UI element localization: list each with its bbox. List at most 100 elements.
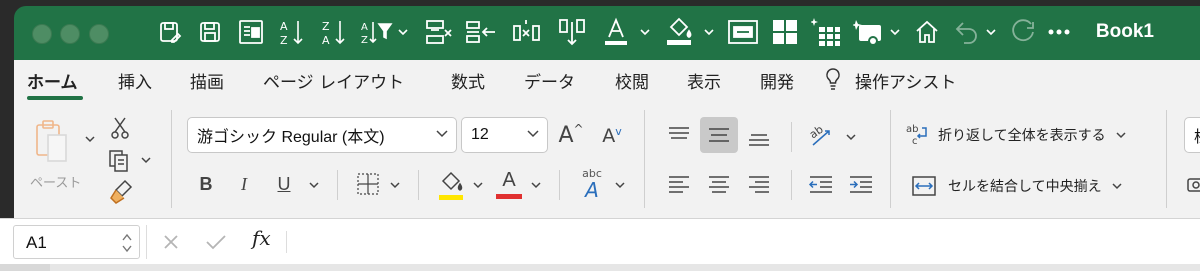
zoom-window-button[interactable]	[89, 24, 109, 44]
paste-label: ペースト	[30, 176, 82, 191]
copy-icon[interactable]	[106, 148, 136, 174]
align-top-icon[interactable]	[664, 120, 694, 150]
phonetic-guide-button[interactable]: abc A	[574, 166, 610, 202]
insert-columns-icon[interactable]	[556, 16, 588, 48]
formula-input[interactable]	[296, 225, 1186, 259]
svg-text:Z: Z	[322, 20, 330, 33]
print-preview-icon[interactable]	[236, 16, 266, 48]
merge-center-button[interactable]: セルを結合して中央揃え	[912, 171, 1122, 201]
wrap-text-icon: abc	[906, 124, 927, 147]
tab-view[interactable]: 表示	[687, 68, 721, 93]
wrap-text-button[interactable]: ab c 折り返して全体を表示する	[904, 120, 1126, 150]
italic-button[interactable]: I	[232, 170, 256, 198]
tab-tell-me[interactable]: 操作アシスト	[855, 68, 956, 93]
table-grid-icon[interactable]	[770, 16, 800, 48]
paste-icon[interactable]	[32, 118, 72, 168]
tab-page-layout[interactable]: ページ レイアウト	[263, 68, 404, 93]
increase-indent-icon[interactable]	[846, 170, 876, 200]
tab-developer[interactable]: 開発	[760, 68, 794, 93]
redo-icon[interactable]	[1008, 16, 1038, 48]
group-separator	[644, 110, 645, 208]
formula-bar: A1 fx	[0, 218, 1200, 264]
lightbulb-icon[interactable]	[822, 66, 844, 92]
document-title: Book1	[1095, 21, 1154, 42]
cut-icon[interactable]	[108, 115, 132, 141]
tab-draw[interactable]: 描画	[190, 68, 224, 93]
group-separator	[418, 170, 419, 200]
formula-separator	[286, 231, 287, 253]
tab-review[interactable]: 校閲	[615, 68, 649, 93]
sort-filter-icon[interactable]: AZ	[360, 16, 394, 48]
fill-color-icon[interactable]	[662, 16, 696, 48]
tab-data[interactable]: データ	[524, 68, 575, 93]
minimize-window-button[interactable]	[60, 24, 80, 44]
sort-ascending-icon[interactable]: AZ	[278, 16, 306, 48]
fill-color-button[interactable]	[436, 168, 466, 202]
undo-icon[interactable]	[952, 16, 982, 48]
font-family-combo[interactable]: 游ゴシック Regular (本文)	[187, 117, 457, 153]
group-separator	[791, 122, 792, 152]
name-box-value: A1	[26, 233, 47, 252]
svg-text:Z: Z	[280, 34, 288, 46]
font-size-combo[interactable]: 12	[461, 117, 548, 153]
title-bar: AZ ZA AZ Book1	[14, 6, 1200, 60]
tab-insert[interactable]: 挿入	[118, 68, 152, 93]
tab-home[interactable]: ホーム	[27, 68, 78, 93]
borders-icon[interactable]	[354, 170, 382, 198]
svg-text:A: A	[280, 20, 288, 33]
align-center-icon[interactable]	[704, 170, 734, 200]
decrease-font-label: A	[602, 125, 616, 147]
insert-function-button[interactable]: fx	[252, 226, 271, 250]
align-left-icon[interactable]	[664, 170, 694, 200]
close-window-button[interactable]	[32, 24, 52, 44]
underline-color-icon[interactable]	[600, 16, 632, 48]
format-painter-icon[interactable]	[108, 178, 134, 206]
decrease-font-size-button[interactable]: Av	[598, 122, 626, 150]
more-options-icon[interactable]	[1044, 16, 1074, 48]
svg-text:c: c	[912, 136, 918, 147]
align-middle-icon[interactable]	[700, 117, 738, 153]
align-bottom-icon[interactable]	[744, 122, 774, 152]
formula-separator	[146, 225, 147, 259]
group-separator	[1166, 110, 1167, 208]
font-color-button[interactable]: A	[495, 166, 523, 202]
wrap-text-label: 折り返して全体を表示する	[938, 128, 1106, 144]
group-separator	[791, 170, 792, 200]
insert-cells-icon[interactable]	[464, 16, 498, 48]
font-color-swatch	[496, 194, 522, 199]
sort-descending-icon[interactable]: ZA	[320, 16, 348, 48]
autosave-icon[interactable]	[156, 16, 184, 48]
orientation-icon[interactable]: ab	[806, 118, 836, 152]
bold-button[interactable]: B	[194, 170, 218, 198]
group-separator	[337, 170, 338, 200]
column-header-strip	[0, 264, 1200, 271]
svg-text:Z: Z	[361, 35, 368, 46]
align-right-icon[interactable]	[744, 170, 774, 200]
name-box-stepper-icon[interactable]	[122, 232, 132, 254]
currency-icon[interactable]	[1186, 174, 1200, 196]
number-format-value: 標	[1194, 123, 1200, 147]
delete-columns-icon[interactable]	[510, 16, 544, 48]
format-as-table-icon[interactable]	[810, 16, 842, 48]
save-icon[interactable]	[196, 16, 224, 48]
increase-font-size-button[interactable]: A ^	[556, 120, 586, 150]
merge-cells-icon[interactable]	[726, 16, 760, 48]
confirm-entry-icon[interactable]	[204, 231, 228, 253]
delete-cells-icon[interactable]	[422, 16, 454, 48]
svg-text:A: A	[361, 22, 368, 33]
insert-picture-icon[interactable]	[852, 16, 886, 48]
group-separator	[890, 110, 891, 208]
tab-formulas[interactable]: 数式	[451, 68, 485, 93]
number-format-combo[interactable]: 標	[1184, 117, 1200, 153]
cancel-entry-icon[interactable]	[160, 231, 182, 253]
select-all-corner[interactable]	[0, 264, 50, 271]
name-box[interactable]: A1	[13, 225, 140, 259]
decrease-indent-icon[interactable]	[806, 170, 836, 200]
group-separator	[171, 110, 172, 208]
underline-button[interactable]: U	[272, 170, 296, 198]
ribbon: ホーム 挿入 描画 ページ レイアウト 数式 データ 校閲 表示 開発 操作アシ…	[14, 60, 1200, 218]
home-icon[interactable]	[912, 16, 942, 48]
font-size-value: 12	[471, 126, 489, 143]
increase-font-label: A	[558, 122, 574, 148]
active-tab-indicator	[27, 96, 83, 100]
